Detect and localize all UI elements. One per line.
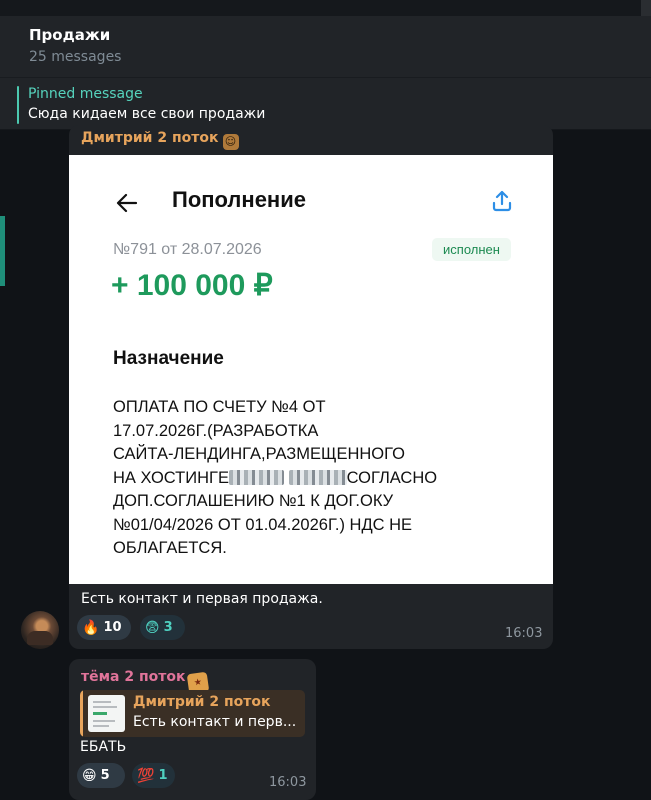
reply-indicator	[80, 690, 83, 737]
thumb-line	[93, 720, 115, 722]
hundred-points-icon: 💯	[137, 767, 155, 784]
sender-badge-icon: ☺	[222, 134, 239, 150]
window-top-corner	[641, 0, 651, 16]
pinned-label: Pinned message	[28, 86, 143, 102]
chat-title: Продажи	[29, 26, 111, 44]
fearful-face-icon: 😨	[145, 619, 160, 636]
message-time: 16:03	[505, 626, 543, 641]
purpose-line: ДОП.СОГЛАШЕНИЮ №1 К ДОГ.ОКУ	[113, 492, 394, 510]
avatar[interactable]	[21, 611, 59, 649]
grinning-face-icon: 😁	[82, 767, 97, 784]
pinned-indicator	[17, 86, 19, 124]
window-top-strip	[0, 0, 651, 16]
reaction-count: 10	[103, 620, 122, 635]
reply-thumbnail	[88, 695, 125, 732]
purpose-line: ОБЛАГАЕТСЯ.	[113, 539, 227, 557]
reaction-grin[interactable]: 😁 5	[77, 763, 125, 788]
reply-text: Есть контакт и перв...	[133, 714, 297, 730]
thumb-line	[93, 725, 109, 727]
reply-author: Дмитрий 2 поток	[133, 694, 271, 710]
thumb-line	[93, 706, 117, 708]
purpose-line-part: СОГЛАСНО	[346, 468, 438, 487]
left-accent-bar	[0, 216, 5, 286]
avatar-shape	[27, 631, 53, 645]
purpose-line-part: НА ХОСТИНГЕ	[113, 468, 229, 487]
fire-icon: 🔥	[82, 619, 100, 636]
message-text: ЕБАТЬ	[80, 739, 127, 755]
reply-preview[interactable]: Дмитрий 2 поток Есть контакт и перв...	[80, 690, 305, 737]
share-icon	[492, 190, 512, 212]
pinned-message-bar[interactable]: Pinned message Сюда кидаем все свои прод…	[0, 78, 651, 130]
status-badge: исполнен	[432, 238, 511, 261]
reaction-fearful[interactable]: 😨 3	[140, 615, 185, 640]
receipt-amount: + 100 000 ₽	[111, 269, 273, 302]
back-arrow-icon	[116, 193, 138, 213]
receipt-number: №791 от 28.07.2026	[113, 241, 262, 258]
message-time: 16:03	[269, 775, 307, 790]
reaction-count: 5	[100, 768, 110, 783]
purpose-line: 17.07.2026Г.(РАЗРАБОТКА	[113, 421, 319, 440]
reaction-count: 1	[158, 768, 168, 783]
sender-name: Дмитрий 2 поток	[81, 130, 219, 146]
purpose-line: ОПЛАТА ПО СЧЕТУ №4 ОТ	[113, 398, 326, 416]
sender-name: тёма 2 поток	[81, 669, 186, 685]
receipt-title: Пополнение	[172, 187, 306, 212]
purpose-heading: Назначение	[113, 348, 224, 369]
reaction-hundred[interactable]: 💯 1	[132, 763, 175, 788]
thumb-amount	[93, 712, 107, 715]
reaction-count: 3	[163, 620, 173, 635]
reaction-fire[interactable]: 🔥 10	[77, 615, 131, 640]
purpose-line: №01/04/2026 ОТ 01.04.2026Г.) НДС НЕ	[113, 515, 413, 534]
message-text: Есть контакт и первая продажа.	[81, 591, 323, 607]
purpose-line: САЙТА-ЛЕНДИНГА,РАЗМЕЩЕННОГО	[113, 445, 405, 463]
chat-header[interactable]: Продажи 25 messages	[0, 0, 651, 78]
redacted-block	[288, 469, 347, 485]
purpose-line: НА ХОСТИНГЕ СОГЛАСНО	[113, 467, 493, 491]
purpose-text: ОПЛАТА ПО СЧЕТУ №4 ОТ 17.07.2026Г.(РАЗРА…	[113, 396, 493, 561]
pinned-text: Сюда кидаем все свои продажи	[28, 106, 266, 122]
chat-member-count: 25 messages	[29, 49, 122, 65]
redacted-block	[228, 469, 284, 485]
message-sender[interactable]: Дмитрий 2 поток ☺	[81, 130, 239, 150]
thumb-line	[93, 701, 111, 703]
receipt-image[interactable]: Пополнение №791 от 28.07.2026 исполнен +…	[69, 155, 553, 584]
